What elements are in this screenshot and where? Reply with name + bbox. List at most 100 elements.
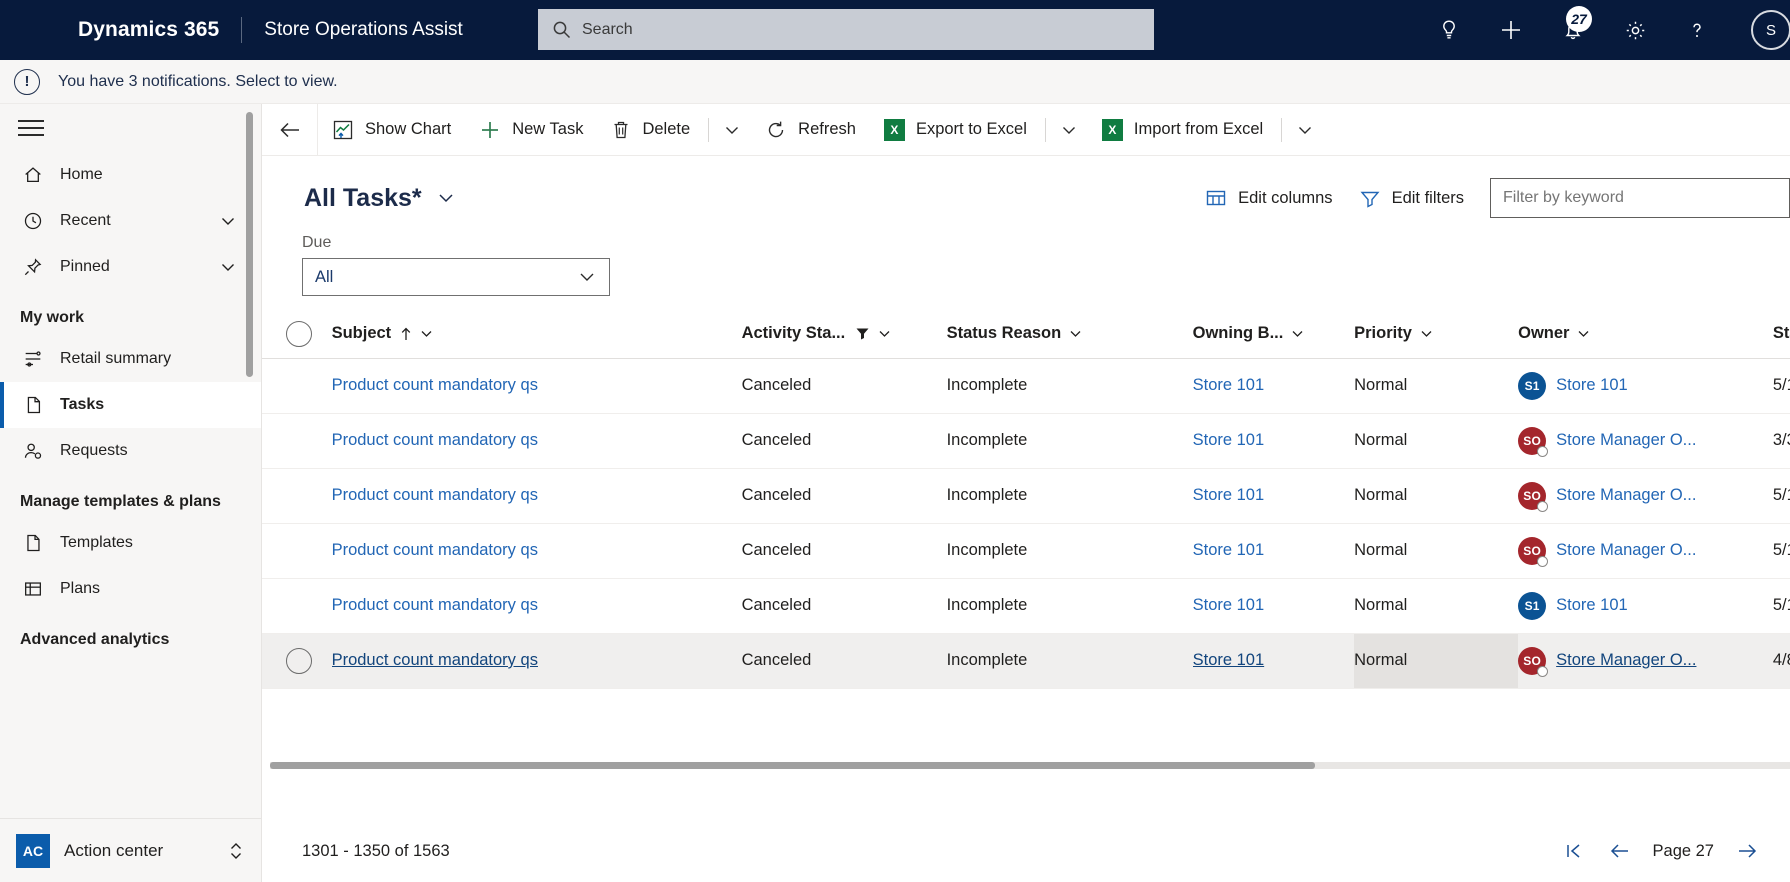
cell-owning-business-unit[interactable]: Store 101: [1192, 358, 1355, 414]
chevron-down-icon[interactable]: [436, 188, 456, 208]
owning-bu-link[interactable]: Store 101: [1193, 651, 1265, 669]
cell-subject[interactable]: Product count mandatory qs: [331, 358, 742, 414]
next-page-button[interactable]: [1724, 828, 1770, 874]
global-search[interactable]: Search: [538, 9, 1154, 50]
chevron-down-icon[interactable]: [1419, 326, 1434, 341]
owning-bu-link[interactable]: Store 101: [1193, 431, 1265, 449]
sidebar-scrollbar[interactable]: [246, 112, 253, 377]
owner-link[interactable]: Store 101: [1556, 376, 1628, 395]
table-row[interactable]: Product count mandatory qs Canceled Incomp…: [262, 633, 1790, 689]
column-header-priority[interactable]: Priority: [1354, 310, 1519, 359]
table-row[interactable]: Product count mandatory qs Canceled Incomp…: [262, 358, 1790, 414]
select-all-checkbox[interactable]: [286, 320, 312, 347]
row-select-cell[interactable]: [262, 468, 332, 524]
sidebar-item-home[interactable]: Home: [0, 152, 261, 198]
cell-subject[interactable]: Product count mandatory qs: [331, 633, 742, 689]
refresh-button[interactable]: Refresh: [751, 104, 870, 156]
row-select-cell[interactable]: [262, 358, 332, 414]
owning-bu-link[interactable]: Store 101: [1193, 376, 1265, 394]
chevron-down-icon[interactable]: [1068, 326, 1083, 341]
chevron-updown-icon[interactable]: [227, 840, 245, 862]
owning-bu-link[interactable]: Store 101: [1193, 486, 1265, 504]
menu-toggle-icon[interactable]: [0, 104, 261, 152]
table-row[interactable]: Product count mandatory qs Canceled Incomp…: [262, 523, 1790, 579]
import-overflow-chevron-down-icon[interactable]: [1286, 104, 1324, 156]
sidebar-item-pinned[interactable]: Pinned: [0, 244, 261, 290]
search-input-placeholder[interactable]: Search: [582, 21, 633, 39]
sidebar-item-retail-summary[interactable]: Retail summary: [0, 336, 261, 382]
sidebar-item-templates[interactable]: Templates: [0, 520, 261, 566]
action-center[interactable]: AC Action center: [0, 818, 261, 882]
export-to-excel-button[interactable]: X Export to Excel: [870, 104, 1041, 156]
select-all-header[interactable]: [262, 310, 332, 359]
owning-bu-link[interactable]: Store 101: [1193, 596, 1265, 614]
chevron-down-icon[interactable]: [877, 326, 892, 341]
row-checkbox[interactable]: [286, 647, 312, 674]
delete-button[interactable]: Delete: [597, 104, 704, 156]
row-select-cell[interactable]: [262, 523, 332, 579]
cell-owning-business-unit[interactable]: Store 101: [1192, 523, 1355, 579]
subject-link[interactable]: Product count mandatory qs: [332, 431, 538, 449]
previous-page-button[interactable]: [1597, 828, 1643, 874]
cell-owning-business-unit[interactable]: Store 101: [1192, 578, 1355, 634]
search-input[interactable]: [1490, 178, 1790, 218]
grid-horizontal-scrollbar[interactable]: [270, 762, 1790, 774]
subject-link[interactable]: Product count mandatory qs: [332, 486, 538, 504]
due-filter-select[interactable]: All: [302, 258, 610, 296]
sidebar-item-recent[interactable]: Recent: [0, 198, 261, 244]
chevron-down-icon[interactable]: [219, 258, 237, 276]
export-overflow-chevron-down-icon[interactable]: [1050, 104, 1088, 156]
table-row[interactable]: Product count mandatory qs Canceled Incomp…: [262, 578, 1790, 634]
cell-owner[interactable]: SO Store Manager O...: [1518, 633, 1773, 689]
row-select-cell[interactable]: [262, 633, 332, 689]
chevron-down-icon[interactable]: [419, 326, 434, 341]
back-button[interactable]: [262, 103, 318, 156]
chevron-down-icon[interactable]: [1576, 326, 1591, 341]
owner-link[interactable]: Store 101: [1556, 596, 1628, 615]
help-icon[interactable]: [1666, 0, 1728, 60]
column-header-start-date[interactable]: Start Date: [1772, 310, 1790, 359]
delete-overflow-chevron-down-icon[interactable]: [713, 104, 751, 156]
settings-gear-icon[interactable]: [1604, 0, 1666, 60]
cell-subject[interactable]: Product count mandatory qs: [331, 468, 742, 524]
notifications-bell-icon[interactable]: 27: [1542, 0, 1604, 60]
edit-columns-button[interactable]: Edit columns: [1205, 188, 1333, 208]
cell-owner[interactable]: SO Store Manager O...: [1518, 523, 1773, 579]
cell-subject[interactable]: Product count mandatory qs: [331, 413, 742, 469]
owning-bu-link[interactable]: Store 101: [1193, 541, 1265, 559]
cell-owning-business-unit[interactable]: Store 101: [1192, 633, 1355, 689]
lightbulb-icon[interactable]: [1418, 0, 1480, 60]
cell-owner[interactable]: S1 Store 101: [1518, 358, 1773, 414]
chevron-down-icon[interactable]: [1290, 326, 1305, 341]
cell-subject[interactable]: Product count mandatory qs: [331, 578, 742, 634]
column-header-status-reason[interactable]: Status Reason: [946, 310, 1193, 359]
column-header-activity-status[interactable]: Activity Sta...: [741, 310, 947, 359]
table-row[interactable]: Product count mandatory qs Canceled Incomp…: [262, 468, 1790, 524]
view-selector[interactable]: All Tasks*: [304, 184, 456, 213]
sidebar-item-plans[interactable]: Plans: [0, 566, 261, 612]
subject-link[interactable]: Product count mandatory qs: [332, 541, 538, 559]
cell-owner[interactable]: SO Store Manager O...: [1518, 413, 1773, 469]
cell-owner[interactable]: S1 Store 101: [1518, 578, 1773, 634]
owner-link[interactable]: Store Manager O...: [1556, 651, 1696, 670]
add-new-icon[interactable]: [1480, 0, 1542, 60]
sidebar-item-requests[interactable]: Requests: [0, 428, 261, 474]
cell-owner[interactable]: SO Store Manager O...: [1518, 468, 1773, 524]
table-row[interactable]: Product count mandatory qs Canceled Incomp…: [262, 413, 1790, 469]
row-select-cell[interactable]: [262, 578, 332, 634]
owner-link[interactable]: Store Manager O...: [1556, 486, 1696, 505]
sidebar-item-tasks[interactable]: Tasks: [0, 382, 261, 428]
owner-link[interactable]: Store Manager O...: [1556, 431, 1696, 450]
cell-owning-business-unit[interactable]: Store 101: [1192, 413, 1355, 469]
cell-subject[interactable]: Product count mandatory qs: [331, 523, 742, 579]
row-select-cell[interactable]: [262, 413, 332, 469]
user-avatar[interactable]: S: [1728, 0, 1790, 60]
owner-link[interactable]: Store Manager O...: [1556, 541, 1696, 560]
chevron-down-icon[interactable]: [219, 212, 237, 230]
subject-link[interactable]: Product count mandatory qs: [332, 651, 538, 669]
column-header-subject[interactable]: Subject: [331, 310, 742, 359]
notification-bar[interactable]: ! You have 3 notifications. Select to vi…: [0, 60, 1790, 104]
show-chart-button[interactable]: Show Chart: [318, 104, 465, 156]
edit-filters-button[interactable]: Edit filters: [1359, 188, 1464, 208]
subject-link[interactable]: Product count mandatory qs: [332, 596, 538, 614]
